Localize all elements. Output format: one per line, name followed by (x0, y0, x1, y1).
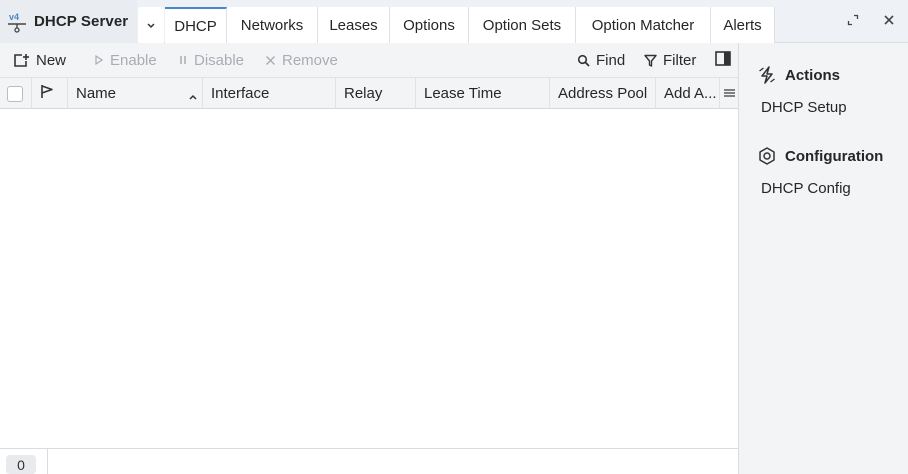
search-icon (577, 54, 590, 67)
tab-options[interactable]: Options (390, 7, 469, 43)
expand-button[interactable] (842, 10, 864, 32)
actions-heading: Actions (757, 65, 840, 85)
tab-dhcp[interactable]: DHCP (165, 7, 227, 43)
filter-icon (644, 54, 657, 67)
dhcp-setup-link[interactable]: DHCP Setup (761, 99, 847, 116)
table-body[interactable] (0, 109, 738, 448)
status-bar: 0 (0, 448, 738, 474)
select-all-column (0, 78, 32, 109)
flag-column[interactable] (32, 78, 68, 109)
toolbar: New Enable Disable Remove Find Filter (0, 43, 738, 77)
new-button[interactable]: New (13, 43, 66, 77)
column-add-arp[interactable]: Add A... (656, 78, 720, 109)
tab-leases[interactable]: Leases (318, 7, 390, 43)
menu-icon (724, 85, 735, 102)
filter-button[interactable]: Filter (644, 43, 696, 77)
play-icon (94, 55, 104, 65)
app-title-text: DHCP Server (34, 13, 129, 30)
new-item-icon (13, 53, 30, 68)
tab-alerts[interactable]: Alerts (711, 7, 775, 43)
column-interface[interactable]: Interface (203, 78, 336, 109)
remove-button[interactable]: Remove (265, 43, 338, 77)
settings-icon (757, 146, 777, 166)
table-header: Name Interface Relay Lease Time Address … (0, 77, 738, 109)
chevron-down-icon (146, 17, 156, 34)
remove-icon (265, 55, 276, 66)
close-button[interactable] (878, 10, 900, 32)
expand-icon (847, 13, 859, 30)
column-relay[interactable]: Relay (336, 78, 416, 109)
ipv4-icon: v4 (7, 11, 27, 33)
title-bar: v4 DHCP Server DHCP Networks Leases Opti… (0, 0, 908, 43)
close-icon (883, 13, 895, 30)
item-count-badge: 0 (6, 455, 36, 474)
status-divider (47, 449, 48, 474)
dhcp-config-link[interactable]: DHCP Config (761, 180, 851, 197)
disable-button[interactable]: Disable (178, 43, 244, 77)
column-address-pool[interactable]: Address Pool (550, 78, 656, 109)
flag-icon (40, 84, 54, 103)
configuration-heading: Configuration (757, 146, 883, 166)
pause-icon (178, 55, 188, 65)
find-button[interactable]: Find (577, 43, 625, 77)
side-panel: Actions DHCP Setup Configuration DHCP Co… (738, 43, 908, 474)
tab-dropdown-button[interactable] (138, 7, 164, 43)
select-all-checkbox[interactable] (7, 85, 23, 102)
svg-text:v4: v4 (9, 12, 19, 22)
column-lease-time[interactable]: Lease Time (416, 78, 550, 109)
app-title: v4 DHCP Server (0, 0, 137, 43)
tab-option-matcher[interactable]: Option Matcher (576, 7, 711, 43)
toggle-sidepanel-button[interactable] (715, 43, 731, 77)
lightning-icon (757, 65, 777, 85)
sort-ascending-icon (188, 88, 198, 105)
column-menu-button[interactable] (720, 78, 738, 109)
tab-networks[interactable]: Networks (227, 7, 318, 43)
column-name[interactable]: Name (68, 78, 203, 109)
enable-button[interactable]: Enable (94, 43, 157, 77)
tab-option-sets[interactable]: Option Sets (469, 7, 576, 43)
sidebar-panel-icon (715, 50, 731, 70)
